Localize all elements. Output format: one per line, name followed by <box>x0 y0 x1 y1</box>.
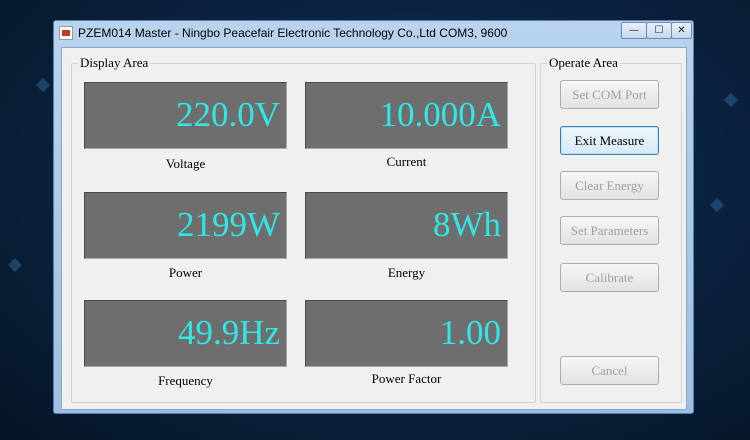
voltage-label: Voltage <box>165 156 206 171</box>
background-decoration <box>709 197 725 213</box>
window-title: PZEM014 Master - Ningbo Peacefair Electr… <box>78 26 508 40</box>
frequency-display: 49.9Hz <box>84 300 287 367</box>
power-factor-value: 1.00 <box>439 313 501 352</box>
background-decoration <box>35 77 51 93</box>
set-parameters-button[interactable]: Set Parameters <box>560 216 659 245</box>
cancel-button[interactable]: Cancel <box>560 356 659 385</box>
energy-label: Energy <box>387 265 426 280</box>
energy-display: 8Wh <box>305 192 508 259</box>
display-area-group: Display Area 220.0V Voltage 10.000A Curr… <box>71 55 536 403</box>
current-value: 10.000A <box>379 95 501 134</box>
app-window: PZEM014 Master - Ningbo Peacefair Electr… <box>53 20 694 414</box>
current-display: 10.000A <box>305 82 508 149</box>
clear-energy-button[interactable]: Clear Energy <box>560 171 659 200</box>
energy-value: 8Wh <box>432 205 501 244</box>
operate-area-label: Operate Area <box>547 55 620 71</box>
voltage-value: 220.0V <box>175 95 280 134</box>
power-factor-label: Power Factor <box>371 371 442 386</box>
current-label: Current <box>386 154 427 169</box>
frequency-value: 49.9Hz <box>177 313 280 352</box>
minimize-button[interactable]: — <box>621 22 647 39</box>
exit-measure-button[interactable]: Exit Measure <box>560 126 659 155</box>
voltage-display: 220.0V <box>84 82 287 149</box>
set-com-port-button[interactable]: Set COM Port <box>560 80 659 109</box>
app-logo-icon <box>59 26 73 40</box>
background-decoration <box>7 257 23 273</box>
power-label: Power <box>168 265 203 280</box>
calibrate-button[interactable]: Calibrate <box>560 263 659 292</box>
power-factor-display: 1.00 <box>305 300 508 367</box>
title-bar[interactable]: PZEM014 Master - Ningbo Peacefair Electr… <box>54 21 693 45</box>
maximize-button[interactable]: ☐ <box>646 22 672 39</box>
power-display: 2199W <box>84 192 287 259</box>
power-value: 2199W <box>176 205 280 244</box>
operate-area-group: Operate Area Set COM Port Exit Measure C… <box>540 55 682 403</box>
display-area-label: Display Area <box>78 55 151 71</box>
close-button[interactable]: ✕ <box>671 22 692 39</box>
background-decoration <box>723 92 739 108</box>
frequency-label: Frequency <box>158 373 213 388</box>
client-area: Display Area 220.0V Voltage 10.000A Curr… <box>61 47 687 410</box>
